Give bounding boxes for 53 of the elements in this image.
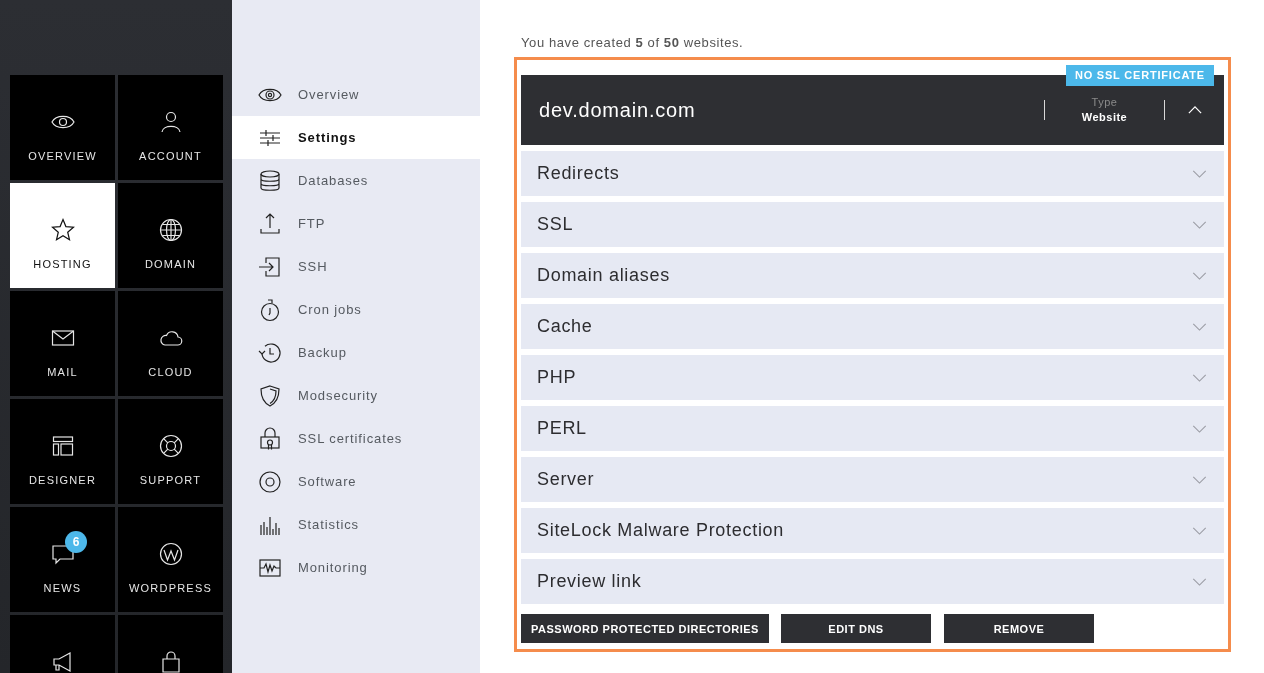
certificate-lock-icon: [258, 426, 282, 451]
shield-icon: [258, 383, 282, 408]
accordion-section[interactable]: Preview link: [521, 559, 1224, 604]
menu-tile[interactable]: DOMAIN: [118, 183, 223, 288]
submenu-item[interactable]: Cron jobs: [232, 288, 480, 331]
menu-tile[interactable]: WORDPRESS: [118, 507, 223, 612]
history-icon: [258, 340, 282, 365]
sign-in-icon: [258, 254, 282, 279]
menu-tile[interactable]: NEWS 6: [10, 507, 115, 612]
menu-tile[interactable]: CLOUD: [118, 291, 223, 396]
database-icon: [258, 168, 282, 193]
disc-icon: [258, 469, 282, 494]
menu-tile[interactable]: MAIL: [10, 291, 115, 396]
submenu-item[interactable]: Statistics: [232, 503, 480, 546]
action-button[interactable]: EDIT DNS: [781, 614, 931, 643]
accordion-section[interactable]: Redirects: [521, 151, 1224, 196]
accordion-section[interactable]: Cache: [521, 304, 1224, 349]
globe-icon: [157, 218, 184, 242]
menu-tile[interactable]: DESIGNER: [10, 399, 115, 504]
stopwatch-icon: [258, 297, 282, 322]
menu-tile[interactable]: OVERVIEW: [10, 75, 115, 180]
menu-tile[interactable]: SUPPORT: [118, 399, 223, 504]
submenu-item[interactable]: SSH: [232, 245, 480, 288]
menu-tile[interactable]: ACCOUNT: [118, 75, 223, 180]
accordion-section[interactable]: PERL: [521, 406, 1224, 451]
lifebuoy-icon: [157, 434, 184, 458]
menu-tile[interactable]: HOSTING: [10, 183, 115, 288]
status-badge: NO SSL CERTIFICATE: [1065, 65, 1214, 86]
upload-icon: [258, 211, 282, 236]
submenu-item[interactable]: SSL certificates: [232, 417, 480, 460]
action-button[interactable]: REMOVE: [944, 614, 1094, 643]
action-button[interactable]: PASSWORD PROTECTED DIRECTORIES: [521, 614, 769, 643]
star-icon: [49, 218, 76, 242]
submenu-item[interactable]: FTP: [232, 202, 480, 245]
submenu-item[interactable]: Settings: [232, 116, 480, 159]
submenu-item[interactable]: Modsecurity: [232, 374, 480, 417]
accordion-section[interactable]: SSL: [521, 202, 1224, 247]
submenu-item[interactable]: Monitoring: [232, 546, 480, 589]
submenu-item[interactable]: Backup: [232, 331, 480, 374]
website-count-text: You have created 5 of 50 websites.: [521, 35, 745, 51]
submenu-item[interactable]: Overview: [232, 73, 480, 116]
caret-icon[interactable]: [1187, 106, 1202, 114]
accordion-section[interactable]: PHP: [521, 355, 1224, 400]
submenu-item[interactable]: Databases: [232, 159, 480, 202]
submenu-item[interactable]: Software: [232, 460, 480, 503]
accordion-section[interactable]: Server: [521, 457, 1224, 502]
type-value: Website: [1081, 111, 1128, 124]
site-domain: dev.domain.com: [539, 98, 697, 122]
count-badge: 6: [65, 531, 87, 553]
accordion-section[interactable]: Domain aliases: [521, 253, 1224, 298]
accordion-section[interactable]: SiteLock Malware Protection: [521, 508, 1224, 553]
type-label: Type: [1091, 96, 1118, 109]
circle-logo-icon: [157, 542, 184, 566]
